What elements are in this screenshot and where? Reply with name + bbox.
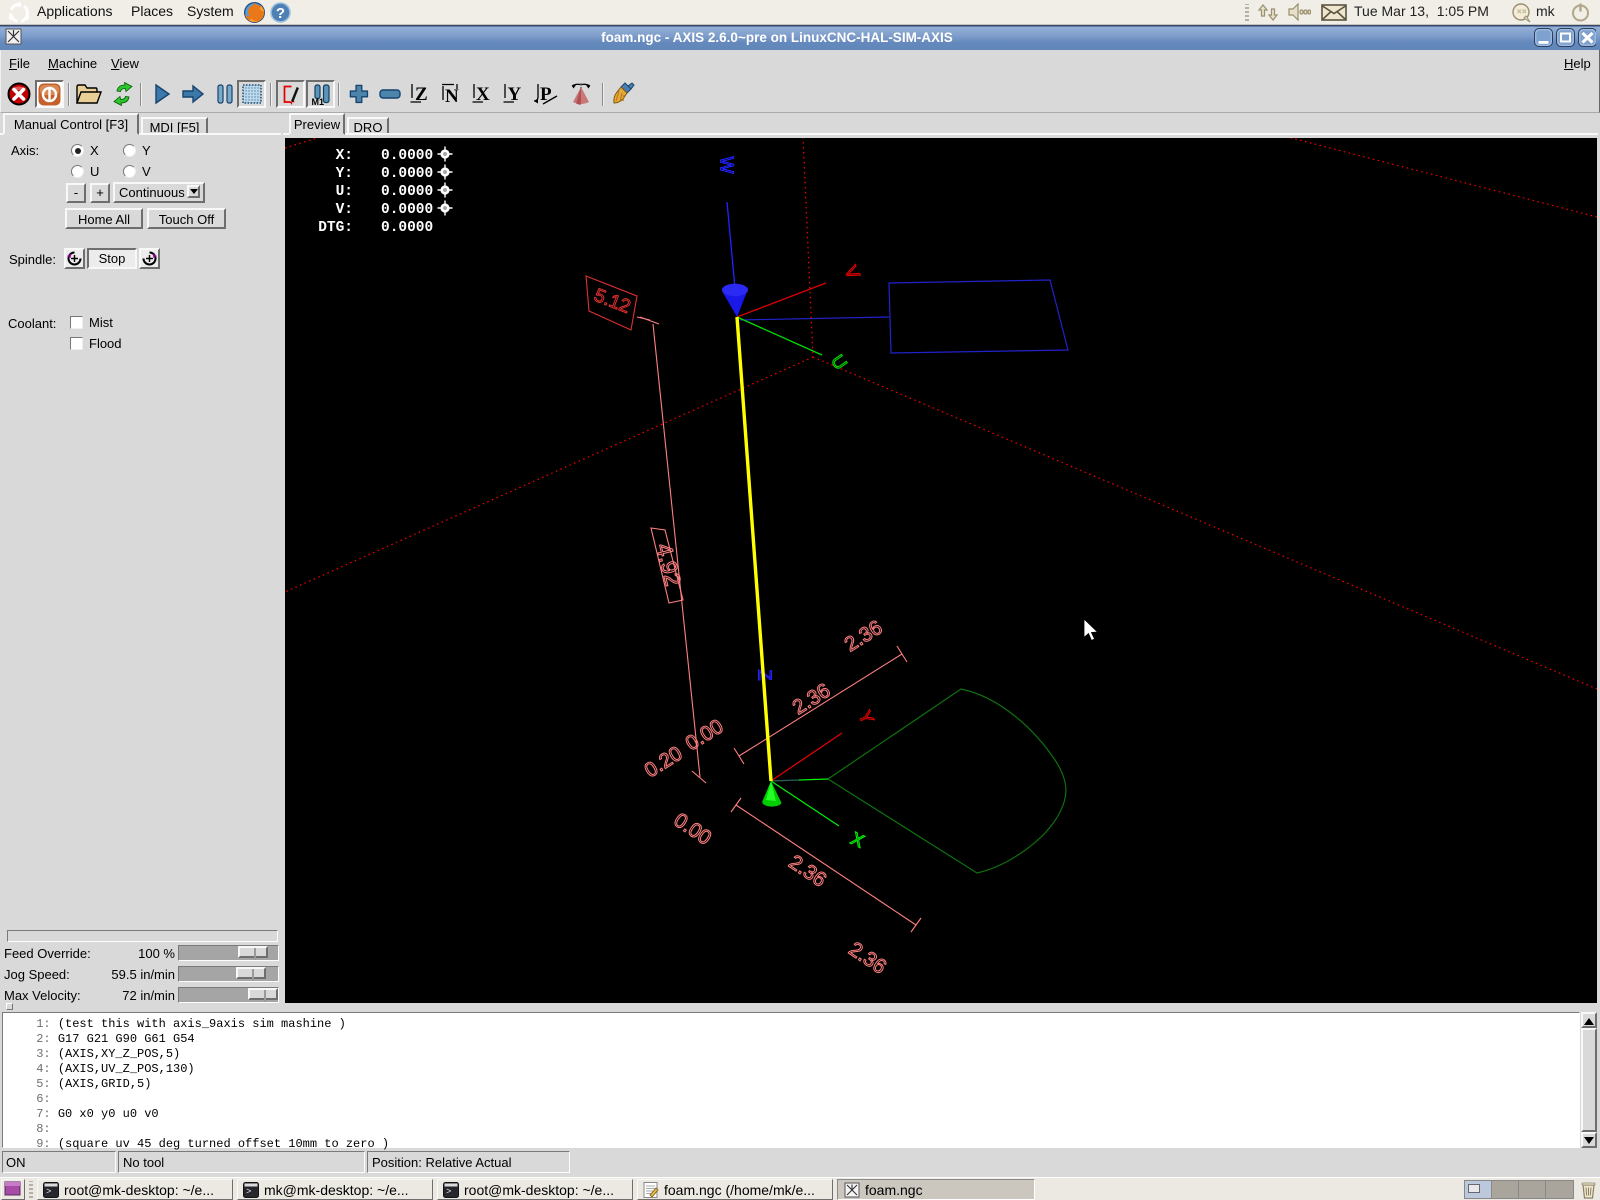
svg-text:U:: U: xyxy=(336,184,353,200)
svg-text:N: N xyxy=(445,86,459,106)
svg-text:5.12: 5.12 xyxy=(591,285,633,318)
svg-text:0.00: 0.00 xyxy=(681,715,727,756)
svg-text:?: ? xyxy=(276,5,285,22)
svg-text:>: > xyxy=(46,1187,51,1197)
svg-text:4.92: 4.92 xyxy=(651,541,686,589)
svg-text:>: > xyxy=(446,1187,451,1197)
svg-text:Y: Y xyxy=(855,708,878,727)
svg-text:2.36: 2.36 xyxy=(788,679,834,720)
svg-text:X: X xyxy=(848,828,867,851)
svg-text:X:: X: xyxy=(336,148,353,164)
svg-text:>: > xyxy=(246,1187,251,1197)
svg-text:M1: M1 xyxy=(311,97,324,106)
svg-text:V: V xyxy=(841,263,864,282)
svg-text:V:: V: xyxy=(336,202,353,218)
svg-text:0.00: 0.00 xyxy=(670,808,716,849)
svg-text:P: P xyxy=(540,84,552,105)
svg-text:DTG:: DTG: xyxy=(318,220,353,236)
svg-text:0.20: 0.20 xyxy=(640,742,686,783)
svg-text:2.36: 2.36 xyxy=(785,850,831,891)
svg-text:Y: Y xyxy=(507,84,521,105)
svg-text:0.0000: 0.0000 xyxy=(381,148,433,164)
svg-text:0.0000: 0.0000 xyxy=(381,220,433,236)
svg-text:0.0000: 0.0000 xyxy=(381,166,433,182)
svg-text:2.36: 2.36 xyxy=(845,937,891,978)
svg-text:0.0000: 0.0000 xyxy=(381,202,433,218)
svg-text:X: X xyxy=(476,84,490,105)
svg-text:W: W xyxy=(716,157,736,174)
svg-text:Z: Z xyxy=(415,84,428,105)
svg-text:0.0000: 0.0000 xyxy=(381,184,433,200)
svg-text:2.36: 2.36 xyxy=(840,616,886,657)
svg-text:Y:: Y: xyxy=(336,166,353,182)
svg-text:U: U xyxy=(827,351,851,373)
